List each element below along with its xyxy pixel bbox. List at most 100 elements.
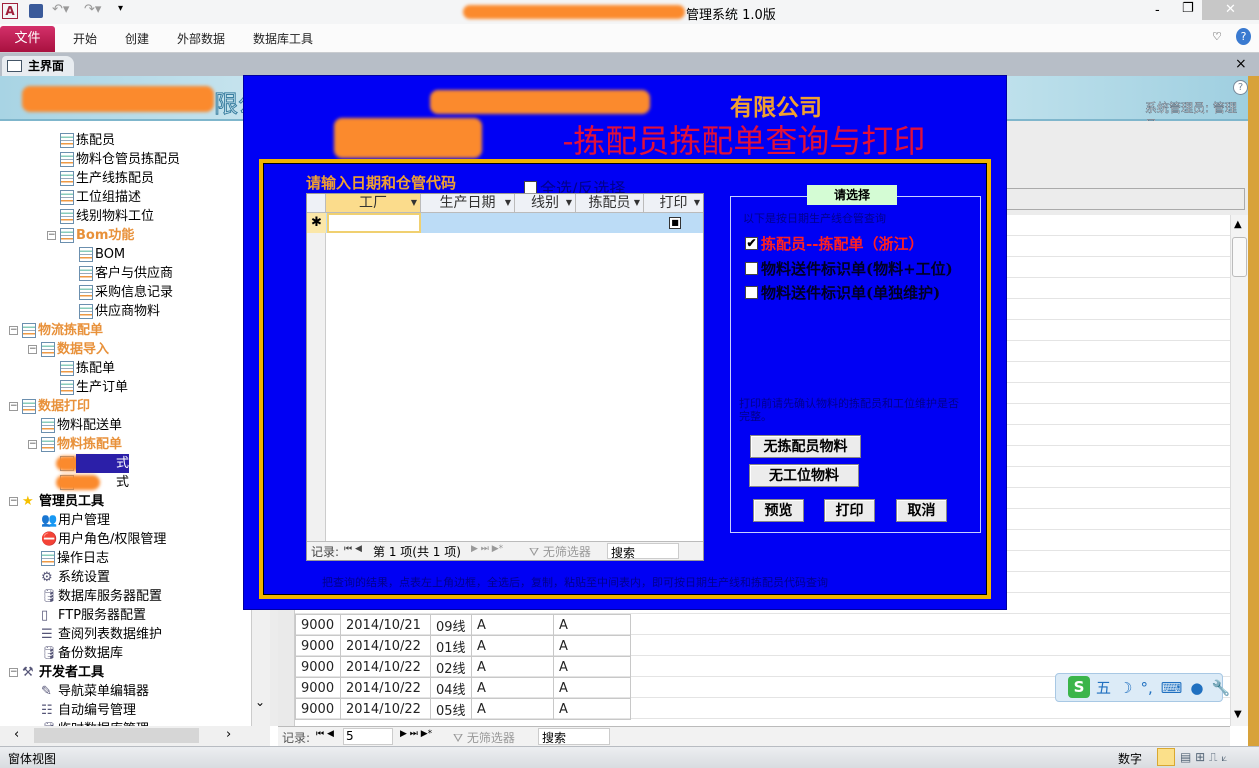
nav-horizontal-scrollbar[interactable]: ‹ › [0, 726, 270, 746]
table-cell[interactable]: 9000 [295, 614, 341, 636]
record-position[interactable]: 第 1 项(共 1 项) [373, 543, 461, 560]
table-cell[interactable]: 01线 [430, 635, 472, 657]
table-cell[interactable]: 02线 [430, 656, 472, 678]
nav-item[interactable]: Bom功能 [60, 226, 134, 245]
nav-item[interactable]: ⚙ 系统设置 [41, 568, 110, 587]
nav-item[interactable]: 生产线拣配员 [60, 169, 154, 188]
nav-item[interactable]: ⚒ 开发者工具 [22, 663, 104, 682]
preview-button[interactable]: 预览 [753, 499, 804, 522]
factory-input[interactable] [327, 213, 421, 233]
punctuation-icon[interactable]: °, [1140, 679, 1152, 697]
form-view-icon[interactable] [1157, 748, 1175, 766]
user-icon[interactable]: ● [1190, 679, 1203, 697]
table-cell[interactable]: A [553, 656, 631, 678]
ime-mode[interactable]: 五 [1096, 677, 1111, 698]
nav-item[interactable]: 客户与供应商 [79, 264, 173, 283]
table-row[interactable]: 9000 2014/10/22 04线 A A [295, 677, 631, 699]
customize-toolbar-icon[interactable]: ▾ [118, 3, 123, 14]
nav-item[interactable]: ☷ 自动编号管理 [41, 701, 136, 720]
nav-item[interactable]: ☰ 查阅列表数据维护 [41, 625, 162, 644]
current-record-input[interactable]: 5 [343, 728, 393, 745]
nav-item[interactable]: 数据打印 [22, 397, 90, 416]
print-button[interactable]: 打印 [824, 499, 875, 522]
table-cell[interactable]: A [471, 698, 554, 720]
nav-item[interactable]: 供应商物料 [79, 302, 160, 321]
scroll-down-icon[interactable]: ▼ [1234, 709, 1242, 720]
scroll-up-icon[interactable]: ▲ [1234, 219, 1242, 230]
nav-item[interactable]: ▯ FTP服务器配置 [41, 606, 146, 625]
nav-item[interactable]: 操作日志 [41, 549, 109, 568]
nav-item[interactable]: 线别物料工位 [60, 207, 154, 226]
table-cell[interactable]: 09线 [430, 614, 472, 636]
table-cell[interactable]: 2014/10/22 [340, 698, 431, 720]
heart-icon[interactable]: ♡ [1212, 30, 1222, 43]
nav-item[interactable]: 工位组描述 [60, 188, 141, 207]
nav-item[interactable]: 🛢 备份数据库 [41, 644, 123, 663]
help-icon[interactable]: ? [1233, 80, 1248, 95]
select-all-corner[interactable] [307, 194, 326, 212]
keyboard-icon[interactable]: ⌨ [1161, 679, 1183, 697]
table-cell[interactable]: 9000 [295, 677, 341, 699]
checkbox[interactable] [745, 262, 758, 275]
column-header-line[interactable]: 线别 ▼ [515, 194, 576, 212]
scroll-down-icon[interactable]: ⌄ [255, 695, 265, 709]
grid-vertical-scrollbar[interactable]: ▲ ▼ [1230, 215, 1248, 726]
search-input[interactable]: 搜索 [607, 543, 679, 560]
next-record-button[interactable]: ▶ ⏭ ▶* [400, 729, 432, 739]
undo-icon[interactable]: ↶▾ [52, 2, 69, 17]
checkbox[interactable] [745, 286, 758, 299]
first-record-button[interactable]: ⏮ ◀ [344, 544, 362, 554]
tab-start[interactable]: 开始 [73, 30, 97, 47]
collapse-toggle[interactable]: − [9, 402, 18, 411]
nav-item[interactable]: ★ 管理员工具 [22, 492, 104, 511]
column-header-print[interactable]: 打印 ▼ [644, 194, 703, 212]
redo-icon[interactable]: ↷▾ [84, 2, 101, 17]
column-header-date[interactable]: 生产日期 ▼ [421, 194, 515, 212]
table-cell[interactable]: 2014/10/21 [340, 614, 431, 636]
table-cell[interactable]: A [471, 677, 554, 699]
nav-item[interactable]: 物料仓管员拣配员 [60, 150, 180, 169]
checkbox[interactable]: ✔ [745, 237, 758, 250]
nav-item[interactable]: 拣配员 [60, 131, 115, 150]
table-cell[interactable]: 2014/10/22 [340, 677, 431, 699]
collapse-toggle[interactable]: − [9, 326, 18, 335]
nav-item[interactable]: ⛔ 用户角色/权限管理 [41, 530, 166, 549]
minimize-button[interactable]: - [1155, 3, 1160, 18]
maximize-button[interactable]: ❐ [1182, 1, 1194, 16]
table-cell[interactable]: 05线 [430, 698, 472, 720]
collapse-toggle[interactable]: − [28, 345, 37, 354]
nav-item[interactable]: 生产订单 [60, 378, 128, 397]
collapse-toggle[interactable]: − [9, 668, 18, 677]
help-icon[interactable]: ? [1236, 28, 1251, 45]
column-header-factory[interactable]: 工厂 ▼ [326, 194, 421, 212]
scroll-thumb[interactable] [34, 728, 199, 743]
tab-create[interactable]: 创建 [125, 30, 149, 47]
file-tab[interactable]: 文件 [0, 26, 55, 52]
save-icon[interactable] [29, 4, 43, 18]
table-cell[interactable]: 2014/10/22 [340, 656, 431, 678]
table-row[interactable]: 9000 2014/10/22 01线 A A [295, 635, 631, 657]
no-picker-materials-button[interactable]: 无拣配员物料 [750, 435, 861, 458]
column-header-picker[interactable]: 拣配员 ▼ [576, 194, 644, 212]
nav-item[interactable]: 数据导入 [41, 340, 109, 359]
scroll-left-icon[interactable]: ‹ [14, 727, 19, 742]
tab-main-form[interactable]: 主界面 [2, 56, 74, 76]
table-row[interactable]: 9000 2014/10/22 02线 A A [295, 656, 631, 678]
print-checkbox[interactable]: ■ [669, 217, 681, 229]
table-cell[interactable]: A [471, 656, 554, 678]
close-button[interactable]: ✕ [1202, 0, 1259, 20]
close-tab-button[interactable]: × [1235, 56, 1247, 72]
nav-item[interactable]: 🛢 数据库服务器配置 [41, 587, 162, 606]
nav-item[interactable]: 物料配送单 [41, 416, 122, 435]
collapse-toggle[interactable]: − [28, 440, 37, 449]
ime-toolbar[interactable]: S 五 ☽ °, ⌨ ● 🔧 [1055, 673, 1230, 702]
nav-item[interactable]: 式 [56, 473, 129, 492]
table-cell[interactable]: 9000 [295, 698, 341, 720]
wrench-icon[interactable]: 🔧 [1212, 679, 1231, 697]
table-cell[interactable]: A [471, 614, 554, 636]
scroll-right-icon[interactable]: › [226, 727, 231, 742]
table-cell[interactable]: 04线 [430, 677, 472, 699]
table-cell[interactable]: A [553, 677, 631, 699]
tab-database-tools[interactable]: 数据库工具 [253, 30, 313, 47]
tab-external-data[interactable]: 外部数据 [177, 30, 225, 47]
